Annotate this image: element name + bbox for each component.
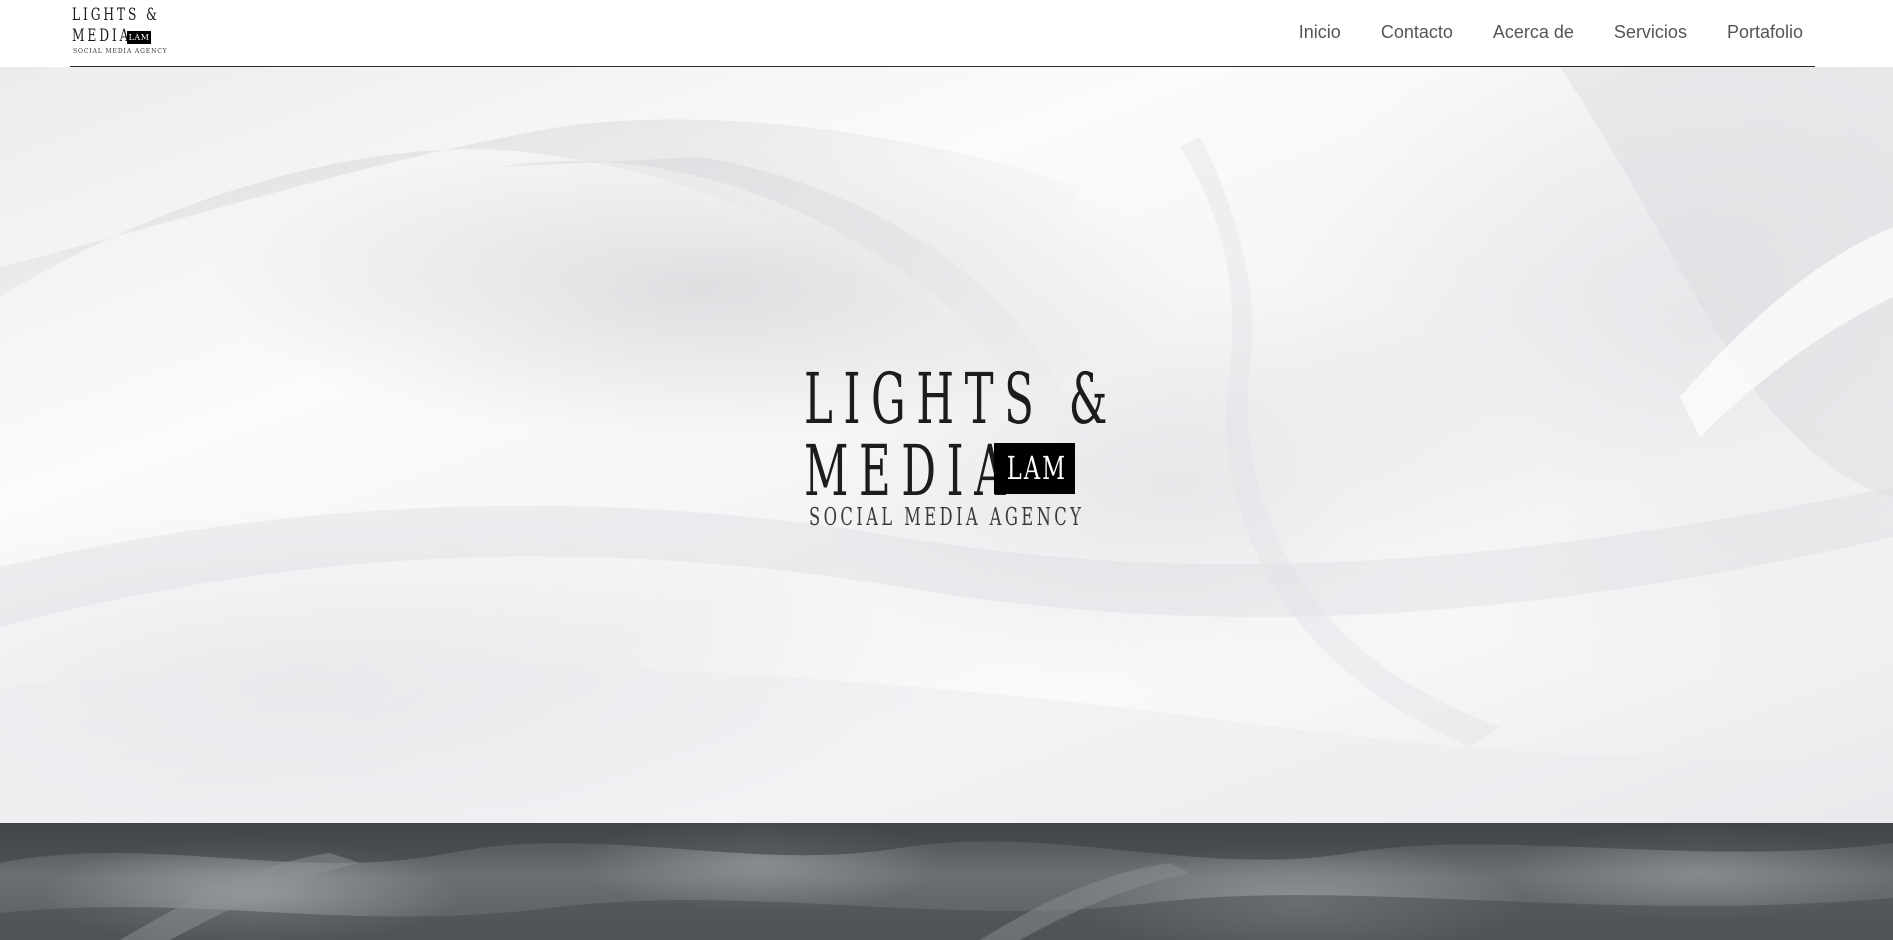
header-logo-tagline: SOCIAL MEDIA AGENCY <box>73 48 168 55</box>
hero-section: LIGHTS & MEDIA LAM SOCIAL MEDIA AGENCY <box>0 67 1893 823</box>
dark-fabric-section <box>0 823 1893 940</box>
hero-logo-badge: LAM <box>994 443 1075 494</box>
header-logo-line2: MEDIA <box>72 26 132 46</box>
nav-item-contacto[interactable]: Contacto <box>1381 20 1453 44</box>
hero-logo-tagline: SOCIAL MEDIA AGENCY <box>809 503 1085 531</box>
header-divider <box>70 66 1815 67</box>
hero-logo: LIGHTS & MEDIA LAM SOCIAL MEDIA AGENCY <box>804 364 1107 544</box>
nav-item-acerca-de[interactable]: Acerca de <box>1493 20 1574 44</box>
header-logo-badge: LAM <box>127 31 151 44</box>
hero-logo-line1: LIGHTS & <box>804 358 1118 440</box>
nav-item-servicios[interactable]: Servicios <box>1614 20 1687 44</box>
header-logo[interactable]: LIGHTS & MEDIA LAM SOCIAL MEDIA AGENCY <box>72 5 167 58</box>
nav-item-inicio[interactable]: Inicio <box>1299 20 1341 44</box>
main-nav: Inicio Contacto Acerca de Servicios Port… <box>1259 20 1803 44</box>
hero-logo-badge-text: LAM <box>1006 449 1068 487</box>
dark-fabric-image <box>0 823 1893 940</box>
hero-logo-line2: MEDIA <box>804 430 1017 512</box>
nav-item-portafolio[interactable]: Portafolio <box>1727 20 1803 44</box>
header-logo-line1: LIGHTS & <box>72 5 160 25</box>
site-header: LIGHTS & MEDIA LAM SOCIAL MEDIA AGENCY I… <box>0 0 1893 67</box>
